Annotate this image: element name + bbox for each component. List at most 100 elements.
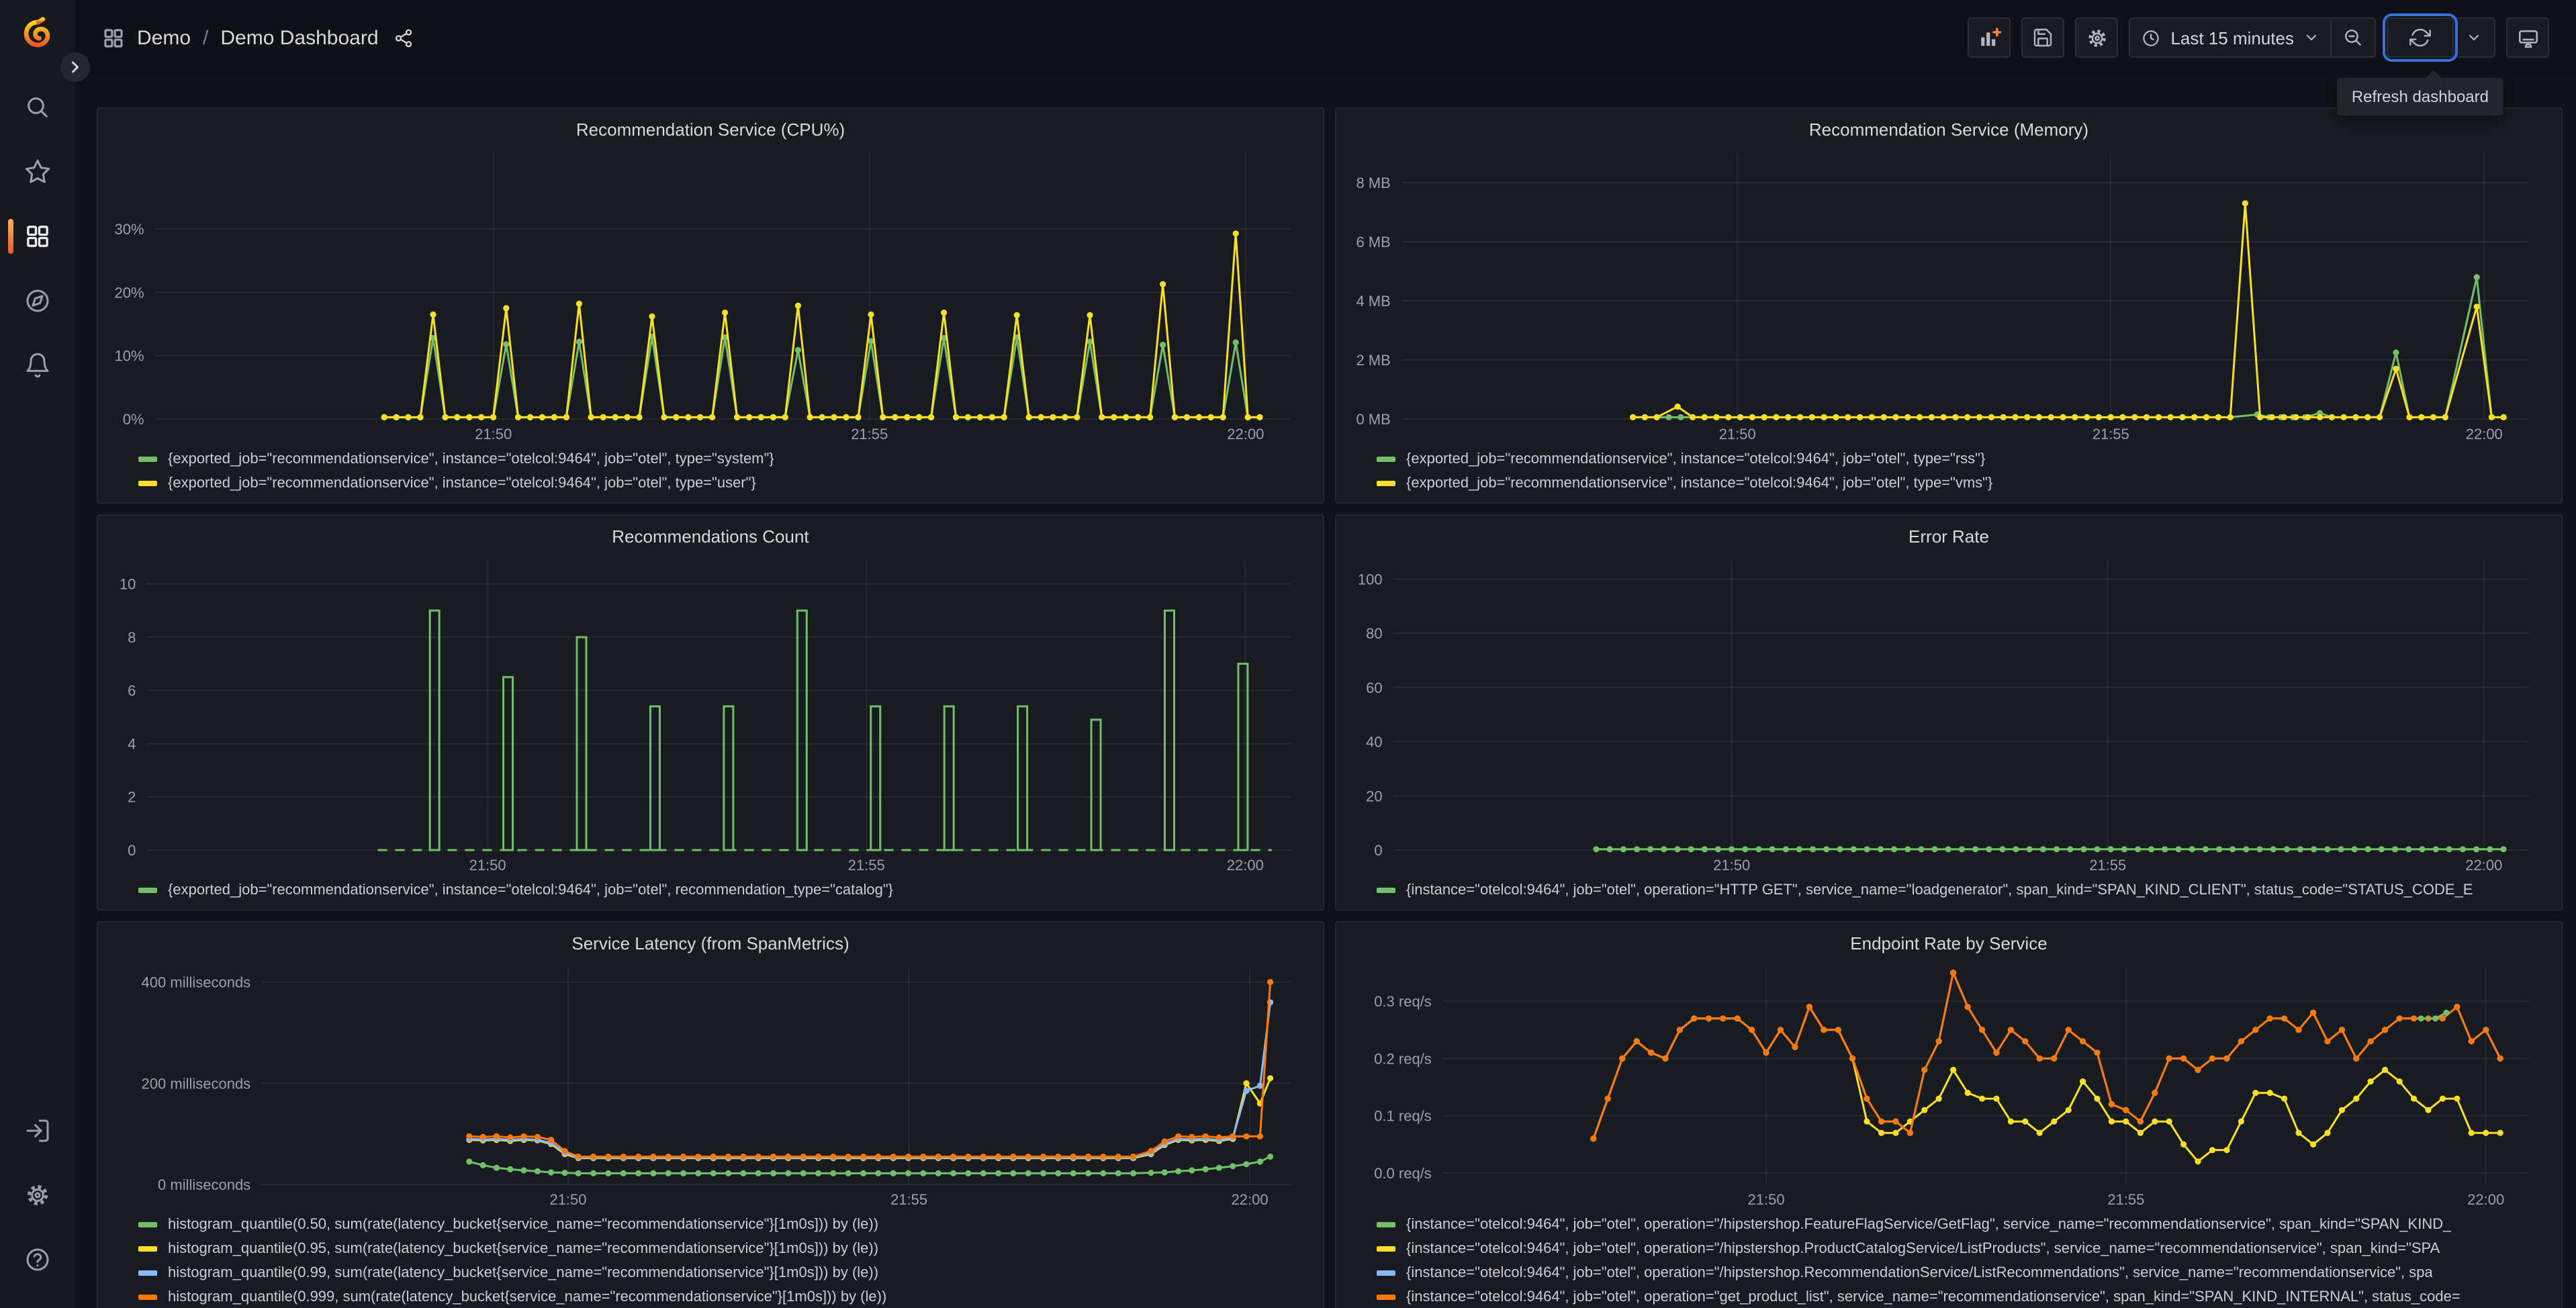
zoom-out-time-button[interactable] xyxy=(2330,19,2375,56)
legend-label[interactable]: {exported_job="recommendationservice", i… xyxy=(168,475,756,492)
legend-label[interactable]: histogram_quantile(0.95, sum(rate(latenc… xyxy=(168,1241,878,1257)
panel-title[interactable]: Recommendation Service (CPU%) xyxy=(111,114,1309,142)
panel-header[interactable]: Recommendations Count xyxy=(111,521,1309,549)
svg-text:200 milliseconds: 200 milliseconds xyxy=(142,1075,251,1092)
legend-item[interactable]: {exported_job="recommendationservice", i… xyxy=(1377,474,2548,493)
legend-item[interactable]: {instance="otelcol:9464", job="otel", op… xyxy=(1377,1264,2548,1282)
chart-area[interactable]: 21:50 21:55 22:00 0 20 40 60 80 100 xyxy=(1350,549,2548,877)
legend-swatch-icon xyxy=(138,457,157,462)
chevron-down-icon xyxy=(2466,30,2482,46)
dashboard-toolbar: Last 15 minutes xyxy=(1968,13,2549,62)
legend-item[interactable]: {instance="otelcol:9464", job="otel", op… xyxy=(1377,1215,2548,1234)
save-icon xyxy=(2032,27,2054,48)
share-icon[interactable] xyxy=(394,28,414,48)
legend-label[interactable]: {exported_job="recommendationservice", i… xyxy=(168,882,893,898)
legend-item[interactable]: {exported_job="recommendationservice", i… xyxy=(138,881,1309,900)
svg-text:400 milliseconds: 400 milliseconds xyxy=(142,974,251,991)
legend-item[interactable]: {exported_job="recommendationservice", i… xyxy=(138,450,1309,469)
chart-canvas[interactable]: 21:50 21:55 22:00 0% 10% 20% 30% xyxy=(111,142,1309,446)
sidebar-item-alerting[interactable] xyxy=(0,338,75,392)
legend-item[interactable]: {instance="otelcol:9464", job="otel", op… xyxy=(1377,1240,2548,1258)
legend-label[interactable]: {instance="otelcol:9464", job="otel", op… xyxy=(1406,1241,2440,1257)
sidebar-item-explore[interactable] xyxy=(0,274,75,328)
svg-text:22:00: 22:00 xyxy=(2466,426,2503,442)
gear-icon xyxy=(2085,26,2108,49)
legend-label[interactable]: histogram_quantile(0.50, sum(rate(latenc… xyxy=(168,1217,878,1233)
chart-canvas[interactable]: 21:50 21:55 22:00 0 2 4 6 8 10 xyxy=(111,549,1309,877)
legend-item[interactable]: histogram_quantile(0.99, sum(rate(latenc… xyxy=(138,1264,1309,1282)
sidebar-item-dashboards[interactable] xyxy=(0,209,75,263)
chart-canvas[interactable]: 21:50 21:55 22:00 0 milliseconds 200 millise… xyxy=(111,956,1309,1211)
legend-label[interactable]: histogram_quantile(0.99, sum(rate(latenc… xyxy=(168,1265,878,1281)
svg-text:0.0 req/s: 0.0 req/s xyxy=(1374,1165,1432,1182)
add-panel-button[interactable] xyxy=(1968,17,2011,58)
panel-title[interactable]: Recommendation Service (Memory) xyxy=(1350,114,2548,142)
svg-text:100: 100 xyxy=(1358,571,1383,588)
panel-title[interactable]: Recommendations Count xyxy=(111,521,1309,549)
legend-label[interactable]: {instance="otelcol:9464", job="otel", op… xyxy=(1406,1289,2460,1305)
save-dashboard-button[interactable] xyxy=(2021,17,2065,58)
chart-area[interactable]: 21:50 21:55 22:00 0% 10% 20% 30% xyxy=(111,142,1309,446)
sidebar-item-starred[interactable] xyxy=(0,145,75,199)
refresh-interval-dropdown[interactable] xyxy=(2452,19,2494,56)
legend-item[interactable]: {exported_job="recommendationservice", i… xyxy=(138,474,1309,493)
chart-canvas[interactable]: 21:50 21:55 22:00 0.0 req/s 0.1 req/s 0.2 req… xyxy=(1350,956,2548,1211)
panel-header[interactable]: Recommendation Service (Memory) xyxy=(1350,114,2548,142)
panel-header[interactable]: Recommendation Service (CPU%) xyxy=(111,114,1309,142)
svg-text:21:55: 21:55 xyxy=(2089,857,2126,874)
grafana-logo-icon[interactable] xyxy=(17,13,58,54)
svg-text:80: 80 xyxy=(1366,625,1382,642)
legend-item[interactable]: histogram_quantile(0.95, sum(rate(latenc… xyxy=(138,1240,1309,1258)
panel-title[interactable]: Service Latency (from SpanMetrics) xyxy=(111,928,1309,956)
legend-item[interactable]: {instance="otelcol:9464", job="otel", op… xyxy=(1377,1288,2548,1307)
legend-label[interactable]: histogram_quantile(0.999, sum(rate(laten… xyxy=(168,1289,886,1305)
legend-item[interactable]: histogram_quantile(0.50, sum(rate(latenc… xyxy=(138,1215,1309,1234)
chart-area[interactable]: 21:50 21:55 22:00 0 2 4 6 8 10 xyxy=(111,549,1309,877)
svg-text:22:00: 22:00 xyxy=(1227,426,1264,442)
breadcrumb-folder[interactable]: Demo xyxy=(137,26,191,49)
legend-item[interactable]: histogram_quantile(0.999, sum(rate(laten… xyxy=(138,1288,1309,1307)
panel: Recommendation Service (CPU%) 21:50 21:55… xyxy=(97,107,1324,504)
sidebar-item-sign-in[interactable] xyxy=(0,1104,75,1158)
svg-text:0%: 0% xyxy=(123,411,144,428)
gear-icon xyxy=(24,1182,51,1209)
sidebar-item-configuration[interactable] xyxy=(0,1168,75,1222)
svg-text:0 milliseconds: 0 milliseconds xyxy=(158,1176,250,1193)
legend-label[interactable]: {instance="otelcol:9464", job="otel", op… xyxy=(1406,1217,2451,1233)
panel-title[interactable]: Error Rate xyxy=(1350,521,2548,549)
panel-header[interactable]: Endpoint Rate by Service xyxy=(1350,928,2548,956)
chart-area[interactable]: 21:50 21:55 22:00 0 milliseconds 200 millise… xyxy=(111,956,1309,1211)
add-panel-icon xyxy=(1978,26,2001,49)
cycle-view-mode-button[interactable] xyxy=(2506,17,2549,58)
chart-canvas[interactable]: 21:50 21:55 22:00 0 MB 2 MB 4 MB 6 MB 8 MB xyxy=(1350,142,2548,446)
legend-label[interactable]: {exported_job="recommendationservice", i… xyxy=(168,451,774,467)
dashboards-grid-icon xyxy=(24,223,51,250)
top-nav: Demo / Demo Dashboard Last 15 minutes xyxy=(75,0,2576,75)
sidebar-item-search[interactable] xyxy=(0,81,75,134)
legend-label[interactable]: {exported_job="recommendationservice", i… xyxy=(1406,451,1985,467)
time-range-picker[interactable]: Last 15 minutes xyxy=(2130,19,2330,56)
legend-label[interactable]: {instance="otelcol:9464", job="otel", op… xyxy=(1406,1265,2433,1281)
sidebar-item-help[interactable] xyxy=(0,1233,75,1287)
chart-canvas[interactable]: 21:50 21:55 22:00 0 20 40 60 80 100 xyxy=(1350,549,2548,877)
svg-text:21:55: 21:55 xyxy=(848,857,885,874)
panel-title[interactable]: Endpoint Rate by Service xyxy=(1350,928,2548,956)
panel-header[interactable]: Error Rate xyxy=(1350,521,2548,549)
panel-header[interactable]: Service Latency (from SpanMetrics) xyxy=(111,928,1309,956)
refresh-dashboard-button[interactable] xyxy=(2383,13,2458,62)
legend-swatch-icon xyxy=(138,1270,157,1276)
chart-area[interactable]: 21:50 21:55 22:00 0 MB 2 MB 4 MB 6 MB 8 MB xyxy=(1350,142,2548,446)
panel: Error Rate 21:50 21:55 22:00 0 20 40 60 80 100 {… xyxy=(1335,514,2563,910)
chart-area[interactable]: 21:50 21:55 22:00 0.0 req/s 0.1 req/s 0.2 req… xyxy=(1350,956,2548,1211)
legend-swatch-icon xyxy=(1377,1222,1395,1227)
legend-item[interactable]: {instance="otelcol:9464", job="otel", op… xyxy=(1377,881,2548,900)
dashboard-settings-button[interactable] xyxy=(2075,17,2119,58)
legend-label[interactable]: {instance="otelcol:9464", job="otel", op… xyxy=(1406,882,2473,898)
sign-in-icon xyxy=(24,1117,51,1144)
panel: Recommendations Count 21:50 21:55 22:00 0 2 4… xyxy=(97,514,1324,910)
clock-icon xyxy=(2141,28,2161,48)
bell-icon xyxy=(24,352,51,379)
legend-label[interactable]: {exported_job="recommendationservice", i… xyxy=(1406,475,1992,492)
sidebar-expand-button[interactable] xyxy=(60,52,90,82)
legend-item[interactable]: {exported_job="recommendationservice", i… xyxy=(1377,450,2548,469)
